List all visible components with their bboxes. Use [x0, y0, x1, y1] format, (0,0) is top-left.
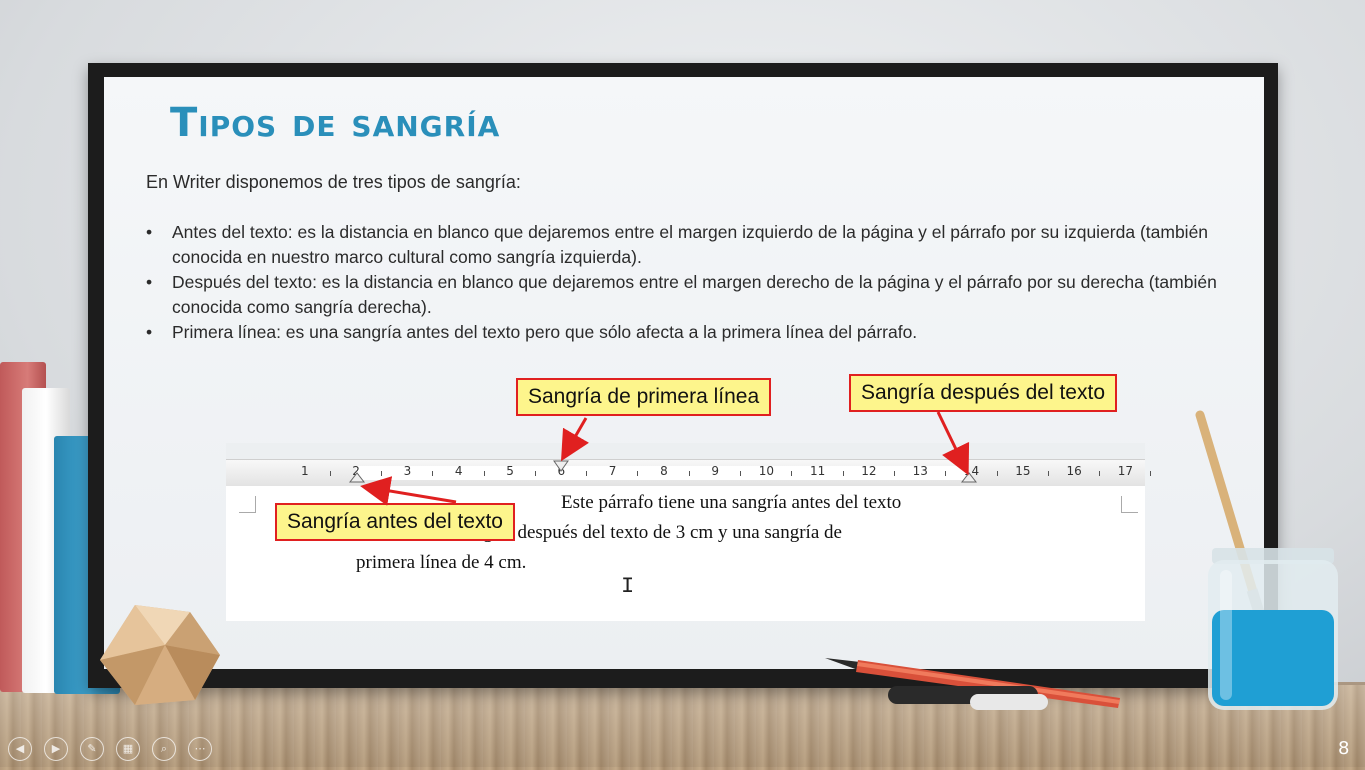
- arrow-after-text: [936, 411, 970, 476]
- slide-number: 8: [1338, 738, 1350, 759]
- wooden-gem-decoration: [100, 605, 220, 705]
- zoom-icon[interactable]: ⌕: [152, 737, 176, 761]
- jar-with-brush-decoration: [1195, 410, 1338, 710]
- callout-arrows: [360, 411, 970, 506]
- intro-text: En Writer disponemos de tres tipos de sa…: [146, 172, 521, 192]
- slides-icon[interactable]: ▦: [116, 737, 140, 761]
- bullet-item-before-text: • Antes del texto: es la distancia en bla…: [146, 222, 1209, 267]
- arrow-right-icon[interactable]: ▶: [44, 737, 68, 761]
- bullet-item-first-line: • Primera línea: es una sangría antes del…: [146, 320, 1246, 345]
- more-icon[interactable]: ⋯: [188, 737, 212, 761]
- bullet-item-after-text: • Después del texto: es la distancia en b…: [146, 272, 1217, 317]
- bullet-dot: •: [146, 222, 153, 242]
- slide-title: Tipos de sangría: [170, 100, 501, 146]
- arrow-left-icon[interactable]: ◀: [8, 737, 32, 761]
- writer-ruler-screenshot: 1234567891011121314151617 Este párrafo t…: [226, 372, 1152, 621]
- pen-icon[interactable]: ✎: [80, 737, 104, 761]
- bullet-dot: •: [146, 272, 153, 292]
- bullet-list: • Antes del texto: es la distancia en bla…: [146, 220, 1246, 345]
- arrow-first-line: [560, 417, 590, 462]
- presentation-controls: ◀ ▶ ✎ ▦ ⌕ ⋯: [8, 737, 212, 761]
- bullet-dot: •: [146, 322, 153, 342]
- arrow-before-text: [360, 476, 457, 506]
- eraser-decoration: [970, 694, 1048, 710]
- ruler-tick: [1150, 471, 1152, 476]
